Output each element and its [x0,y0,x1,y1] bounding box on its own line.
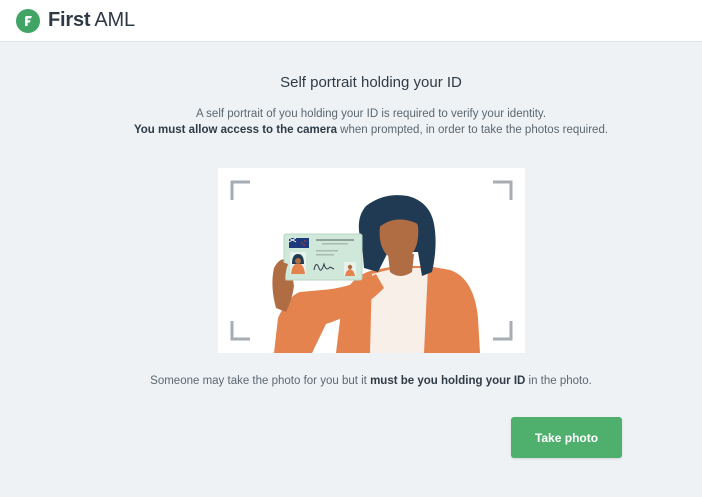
description-line-2: You must allow access to the camera when… [0,124,702,136]
first-aml-logo-icon [16,8,40,33]
top-header: First AML [0,0,702,42]
first-aml-logo[interactable]: First AML [16,8,135,33]
id-card-icon [283,233,363,281]
logo-text-first: First [48,9,91,31]
take-photo-button[interactable]: Take photo [511,417,622,458]
person-holding-id-illustration [230,180,513,353]
description-line-1: A self portrait of you holding your ID i… [195,108,547,120]
page-title: Self portrait holding your ID [280,74,462,91]
camera-access-emphasis: You must allow access to the camera [133,124,337,136]
note-prefix: Someone may take the photo for you but i… [150,375,371,387]
photo-note: Someone may take the photo for you but i… [0,375,702,387]
logo-text-aml: AML [94,9,135,31]
selfie-with-id-illustration [218,168,525,353]
description-line-2-rest: when prompted, in order to take the phot… [336,124,609,136]
note-emphasis: must be you holding your ID [370,375,526,387]
logo-wordmark: First AML [48,9,135,32]
note-suffix: in the photo. [525,375,592,387]
